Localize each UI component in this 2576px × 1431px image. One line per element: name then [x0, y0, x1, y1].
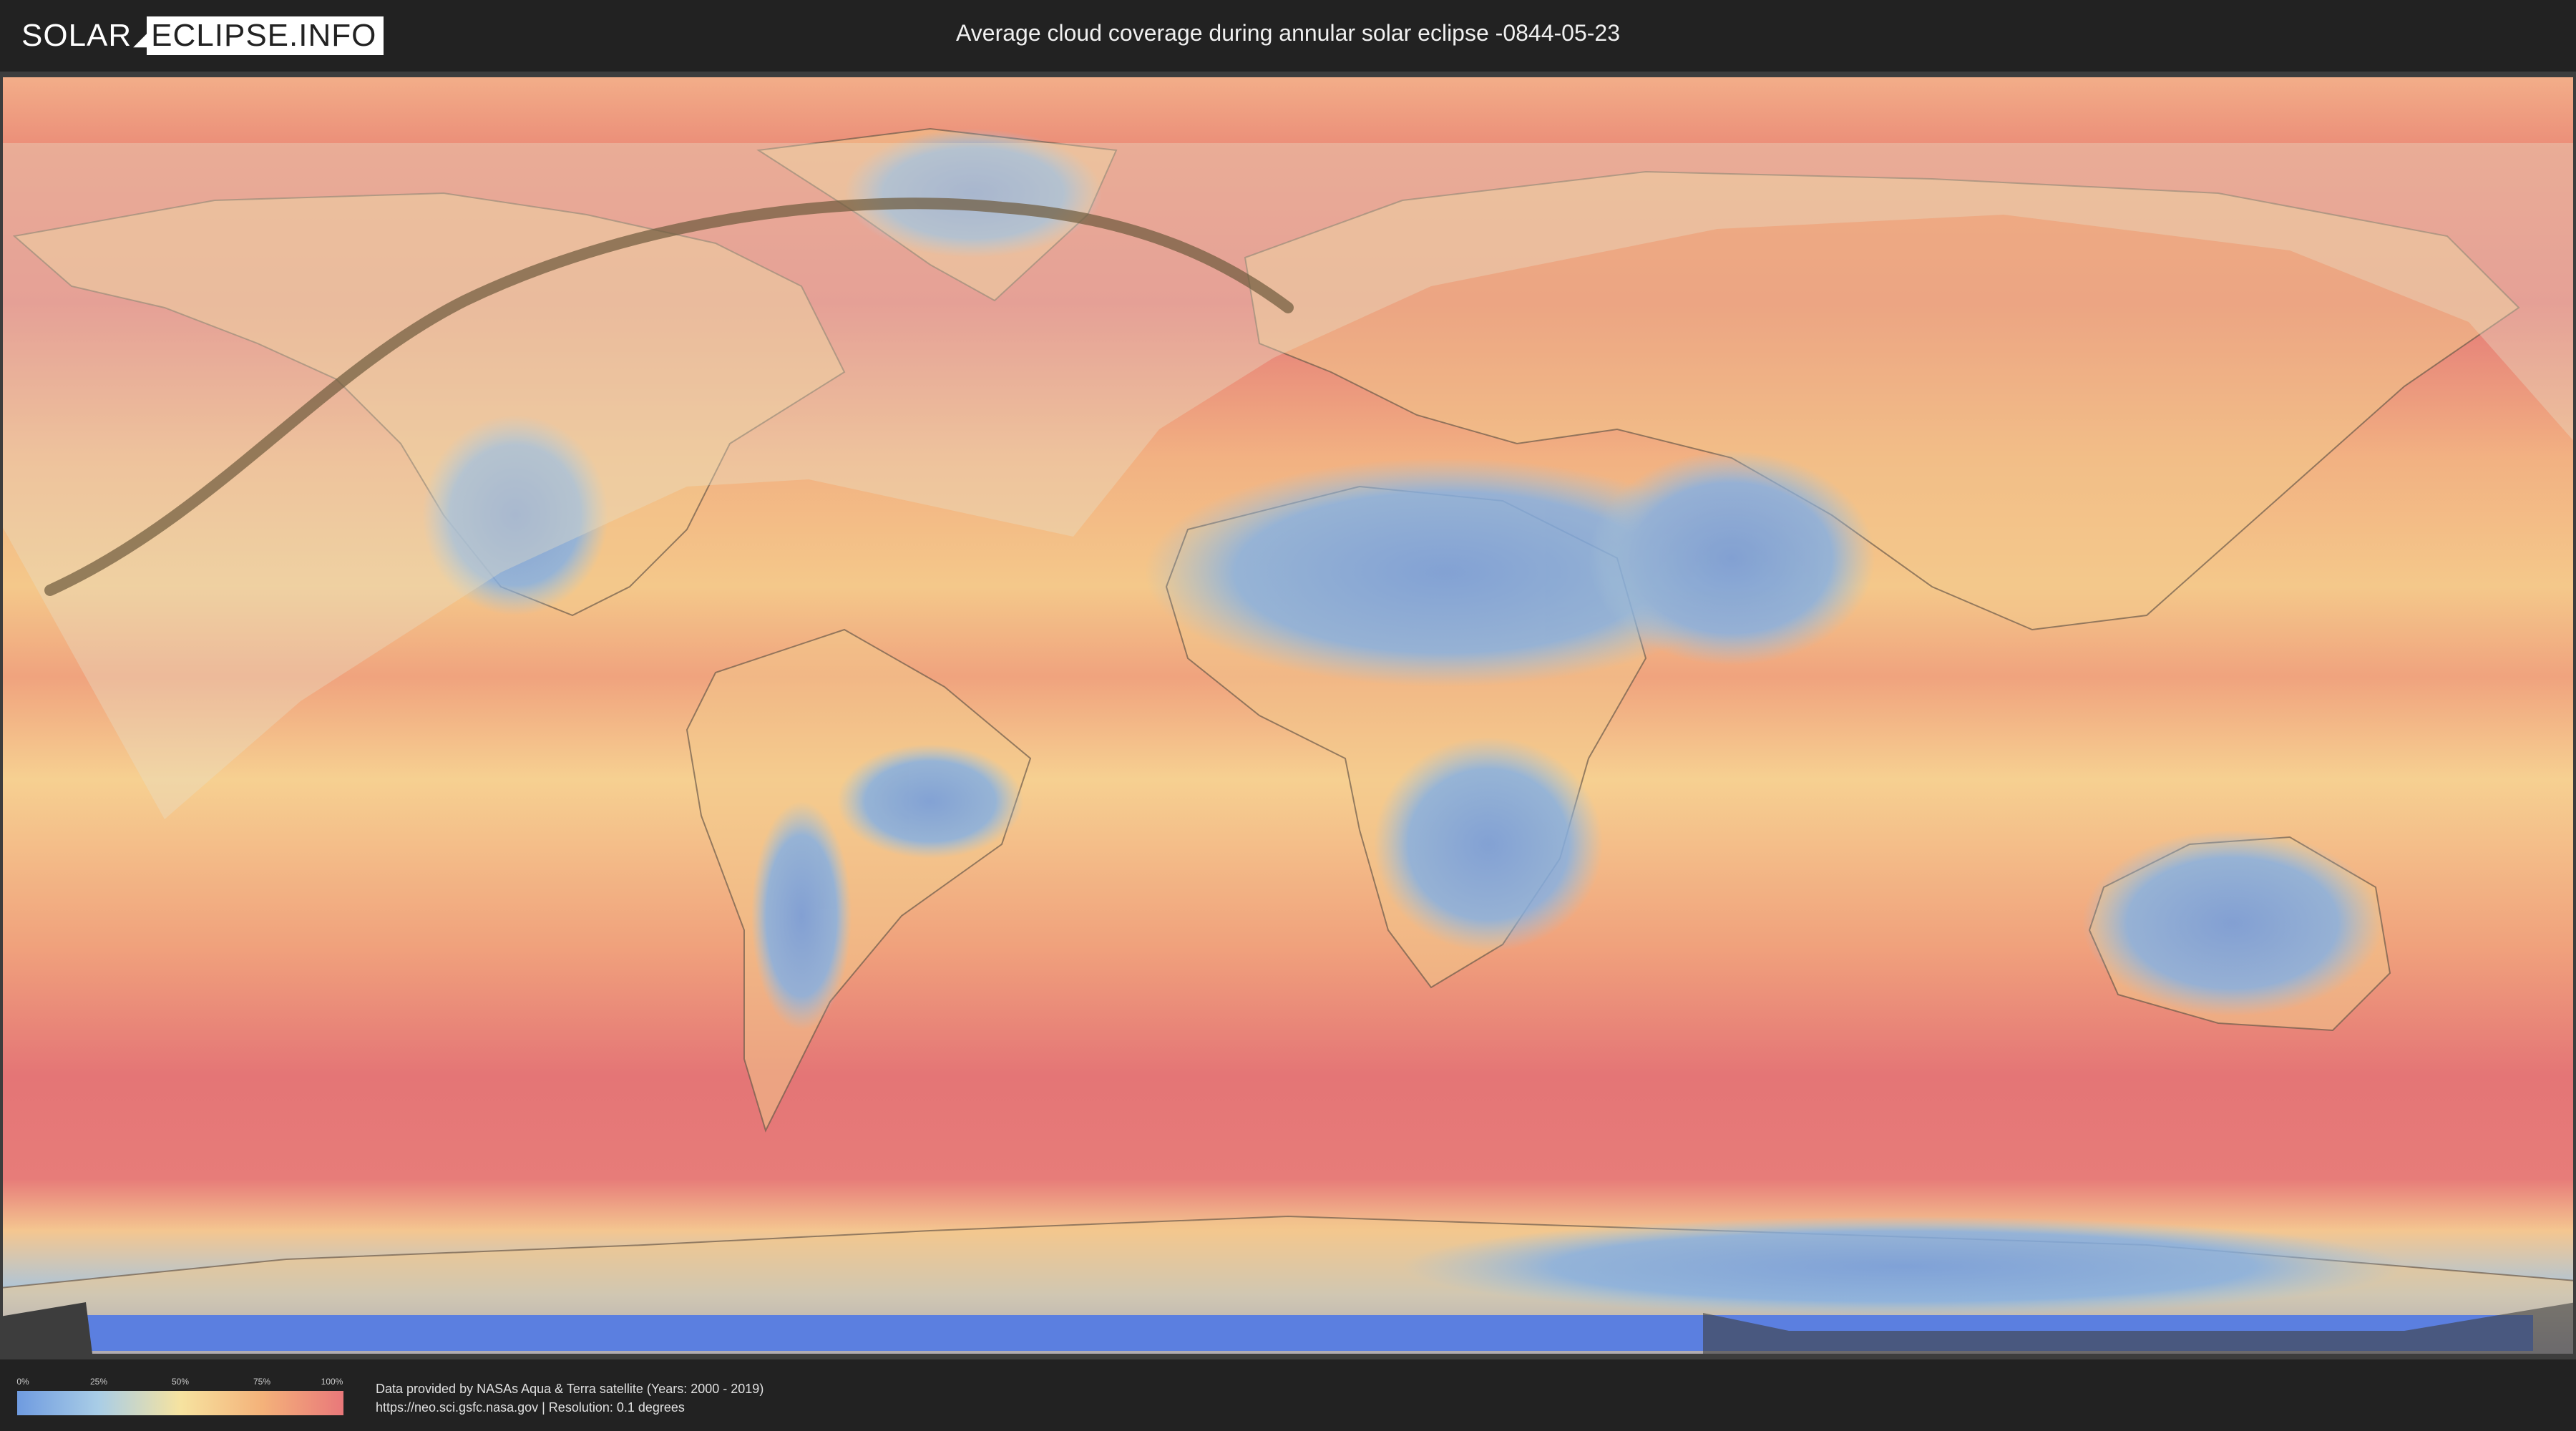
legend-tick-50: 50%: [171, 1377, 190, 1387]
header-bar: SOLAR ◢ ECLIPSE.INFO Average cloud cover…: [0, 0, 2576, 72]
clear-australia: [2082, 830, 2383, 1016]
clear-brazil: [837, 744, 1023, 859]
clear-arabia: [1589, 451, 1875, 665]
data-credits: Data provided by NASAs Aqua & Terra sate…: [376, 1379, 763, 1417]
world-map-svg: [0, 72, 2576, 1359]
legend-tick-25: 25%: [89, 1377, 108, 1387]
cloud-coverage-map[interactable]: [0, 72, 2576, 1359]
legend-tick-0: 0%: [16, 1377, 29, 1387]
credit-url-resolution[interactable]: https://neo.sci.gsfc.nasa.gov | Resoluti…: [376, 1398, 763, 1417]
map-title: Average cloud coverage during annular so…: [956, 20, 1620, 46]
credit-source: Data provided by NASAs Aqua & Terra sate…: [376, 1382, 764, 1396]
clear-andes: [751, 801, 852, 1030]
legend-ticks: 0% 25% 50% 75% 100%: [16, 1377, 343, 1388]
legend-tick-100: 100%: [321, 1377, 343, 1387]
legend-color-bar: [17, 1391, 343, 1415]
clear-antarctic-plateau: [1402, 1216, 2404, 1317]
legend-tick-75: 75%: [253, 1377, 271, 1387]
cloud-coverage-legend: 0% 25% 50% 75% 100%: [16, 1377, 343, 1415]
clear-southern-africa: [1374, 737, 1603, 952]
footer-bar: 0% 25% 50% 75% 100% Data provided by NAS…: [0, 1359, 2576, 1431]
